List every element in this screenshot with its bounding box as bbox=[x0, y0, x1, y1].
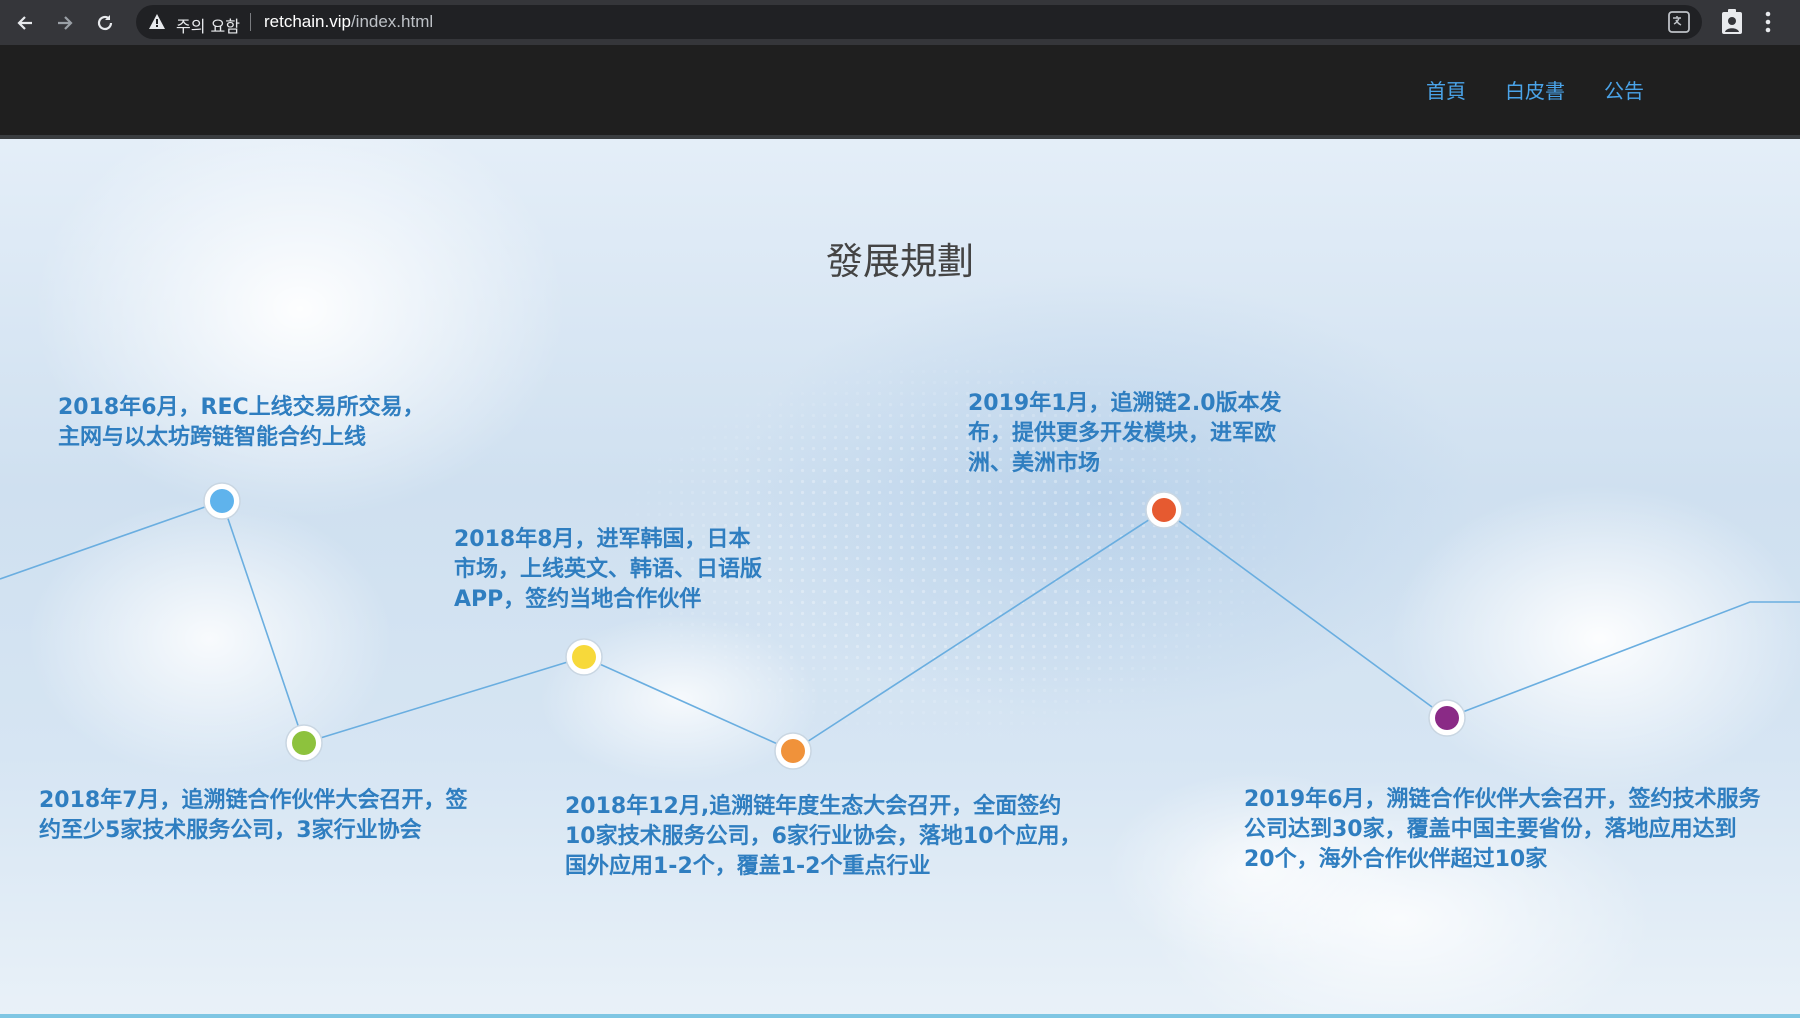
milestone-text-3: 2018年8月，进军韩国，日本市场，上线英文、韩语、日语版APP，签约当地合作伙… bbox=[454, 527, 763, 612]
url-path: /index.html bbox=[350, 12, 434, 31]
nav-whitepaper-link[interactable]: 白皮書 bbox=[1505, 75, 1565, 104]
security-status-label[interactable]: 주의 요함 bbox=[176, 13, 240, 37]
address-bar[interactable]: 주의 요함 retchain.vip/index.html bbox=[136, 5, 1702, 39]
milestone-text-4: 2018年12月,追溯链年度生态大会召开，全面签约10家技术服务公司，6家行业协… bbox=[565, 794, 1082, 879]
timeline-line bbox=[0, 499, 1800, 752]
page-bottom-border bbox=[0, 1014, 1800, 1018]
arrow-right-icon bbox=[58, 16, 73, 30]
back-button[interactable] bbox=[10, 8, 40, 38]
site-nav: 首頁 白皮書 公告 bbox=[1426, 75, 1644, 104]
milestone-node-6[interactable] bbox=[1428, 699, 1466, 737]
profile-icon[interactable] bbox=[1720, 9, 1744, 35]
nav-home-link[interactable]: 首頁 bbox=[1426, 75, 1466, 104]
warning-icon[interactable] bbox=[148, 13, 166, 31]
roadmap-section: 發展規劃 2018年6月，REC上线交易所交易，主网与以太坊跨链智能合约上线 2… bbox=[0, 139, 1800, 1018]
milestone-node-1[interactable] bbox=[203, 482, 241, 520]
url-text[interactable]: retchain.vip/index.html bbox=[264, 12, 433, 32]
milestone-node-2[interactable] bbox=[285, 724, 323, 762]
arrow-left-icon bbox=[17, 16, 32, 30]
milestone-node-4[interactable] bbox=[774, 732, 812, 770]
more-menu-icon[interactable] bbox=[1764, 9, 1772, 35]
reload-button[interactable] bbox=[90, 8, 120, 38]
browser-toolbar: 주의 요함 retchain.vip/index.html bbox=[0, 0, 1800, 45]
milestone-node-5[interactable] bbox=[1145, 491, 1183, 529]
url-host: retchain.vip bbox=[264, 12, 351, 31]
timeline-chart bbox=[0, 482, 1800, 770]
reload-icon bbox=[97, 15, 113, 31]
milestone-text-5: 2019年1月，追溯链2.0版本发布，提供更多开发模块，进军欧洲、美洲市场 bbox=[968, 391, 1282, 476]
milestone-text-1: 2018年6月，REC上线交易所交易，主网与以太坊跨链智能合约上线 bbox=[58, 395, 425, 450]
milestone-node-3[interactable] bbox=[565, 638, 603, 676]
forward-button[interactable] bbox=[50, 8, 80, 38]
milestone-text-2: 2018年7月，追溯链合作伙伴大会召开，签约至少5家技术服务公司，3家行业协会 bbox=[39, 788, 468, 843]
omnibox-divider bbox=[250, 13, 251, 31]
nav-announcements-link[interactable]: 公告 bbox=[1604, 75, 1644, 104]
site-header: 首頁 白皮書 公告 bbox=[0, 45, 1800, 139]
milestone-text-6: 2019年6月，溯链合作伙伴大会召开，签约技术服务公司达到30家，覆盖中国主要省… bbox=[1244, 787, 1761, 872]
translate-icon[interactable] bbox=[1668, 11, 1690, 33]
